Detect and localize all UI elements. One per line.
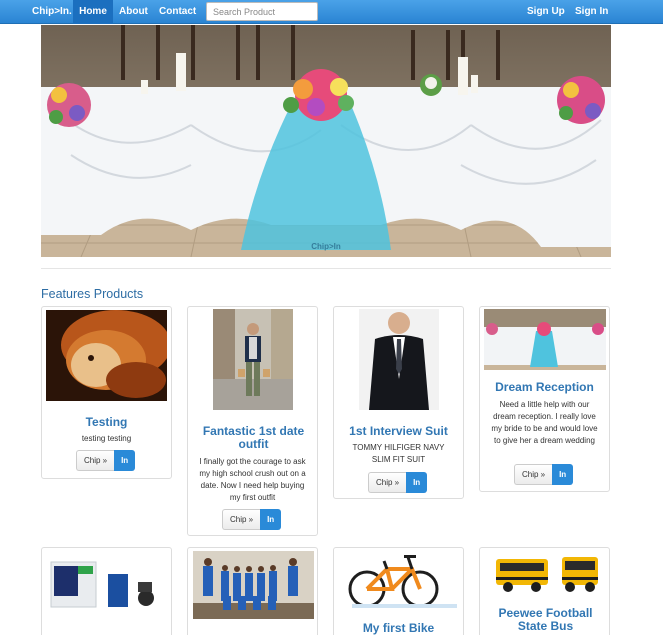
product-image[interactable] [46,310,167,401]
product-card[interactable] [41,547,172,635]
in-button[interactable]: In [260,509,282,530]
product-image[interactable] [484,309,606,370]
nav-contact[interactable]: Contact [159,0,196,24]
product-actions: Chip » In [76,450,136,471]
product-card[interactable]: Dream Reception Need a little help with … [479,306,610,492]
product-card[interactable]: My first Bike [333,547,464,635]
chip-button[interactable]: Chip » [76,450,115,471]
product-description: testing testing [81,434,132,443]
product-image[interactable] [342,551,457,611]
chip-button[interactable]: Chip » [514,464,553,485]
divider [41,268,611,269]
product-description: I finally got the courage to ask my high… [199,457,306,502]
nav-about[interactable]: About [119,0,148,24]
product-image[interactable] [193,551,314,619]
nav-home[interactable]: Home [73,0,113,24]
product-card[interactable]: 1st Interview Suit TOMMY HILFIGER NAVY S… [333,306,464,499]
hero-banner: Chip>In [41,25,611,257]
product-card[interactable] [187,547,318,635]
signin-link[interactable]: Sign In [575,0,608,24]
chip-button[interactable]: Chip » [222,509,261,530]
navbar: Chip>In. Home About Contact Sign Up Sign… [0,0,663,24]
product-actions: Chip » In [368,472,428,493]
product-title[interactable]: Fantastic 1st date outfit [194,425,313,451]
product-card[interactable]: Testing testing testing Chip » In [41,306,172,479]
hero-caption: Chip>In [311,242,341,251]
product-title[interactable]: 1st Interview Suit [334,425,463,438]
product-card[interactable]: Fantastic 1st date outfit I finally got … [187,306,318,536]
product-description: TOMMY HILFIGER NAVY SLIM FIT SUIT [352,443,445,464]
product-title[interactable]: Dream Reception [480,381,609,394]
brand-logo[interactable]: Chip>In. [32,0,72,24]
product-image[interactable] [48,554,166,614]
product-title[interactable]: Testing [42,416,171,429]
product-image[interactable] [359,309,439,410]
section-title: Features Products [41,287,144,301]
in-button[interactable]: In [406,472,428,493]
product-actions: Chip » In [222,509,282,530]
product-card[interactable]: Peewee Football State Bus [479,547,610,635]
signup-link[interactable]: Sign Up [527,0,565,24]
product-description: Need a little help with our dream recept… [491,400,598,445]
product-title[interactable]: Peewee Football State Bus [488,607,603,633]
product-image[interactable] [213,309,293,410]
in-button[interactable]: In [552,464,574,485]
product-image[interactable] [492,551,602,596]
in-button[interactable]: In [114,450,136,471]
hero-image [41,25,611,257]
product-actions: Chip » In [514,464,574,485]
chip-button[interactable]: Chip » [368,472,407,493]
search-input[interactable] [206,2,318,21]
product-title[interactable]: My first Bike [334,622,463,635]
